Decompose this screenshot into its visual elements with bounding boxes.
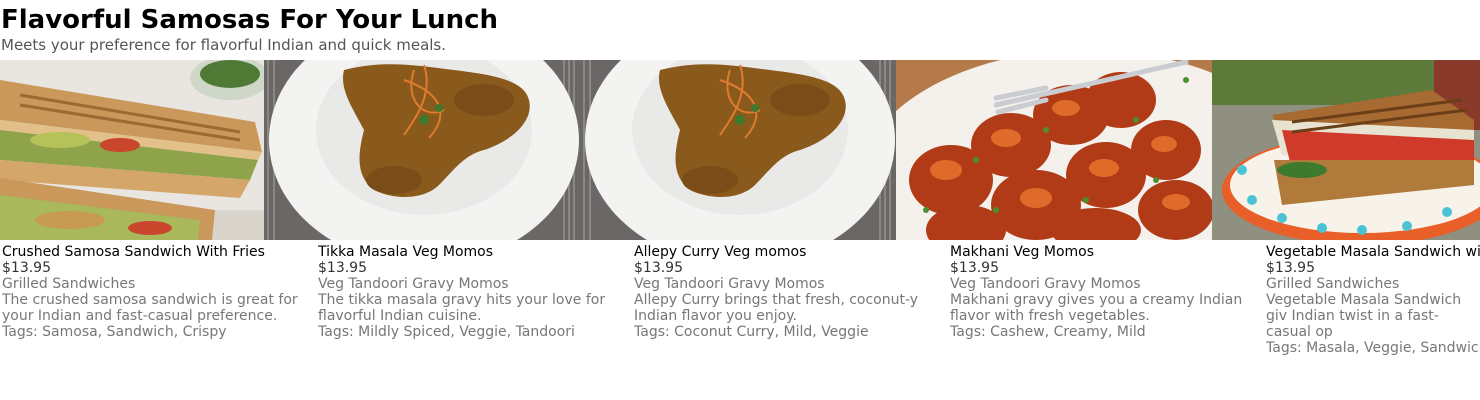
saucy-momos-photo[interactable] [896, 60, 1212, 240]
page-title: Flavorful Samosas For Your Lunch [1, 5, 499, 35]
item-tags: Tags: Cashew, Creamy, Mild [950, 324, 1146, 340]
item-name[interactable]: Allepy Curry Veg momos [634, 244, 934, 260]
item-name[interactable]: Vegetable Masala Sandwich wi [1266, 244, 1480, 260]
item-price: $13.95 [1266, 260, 1315, 276]
page-subtitle: Meets your preference for flavorful Indi… [1, 36, 447, 54]
item-tags: Tags: Mildly Spiced, Veggie, Tandoori [318, 324, 575, 340]
item-name[interactable]: Makhani Veg Momos [950, 244, 1250, 260]
menu-item-info: Tikka Masala Veg Momos $13.95 Veg Tandoo… [318, 244, 618, 340]
item-description: Vegetable Masala Sandwich giv Indian twi… [1266, 292, 1462, 340]
item-description: The crushed samosa sandwich is great for… [2, 292, 298, 324]
item-tags: Tags: Masala, Veggie, Sandwic [1266, 340, 1479, 356]
item-category: Veg Tandoori Gravy Momos [634, 276, 825, 292]
item-category: Grilled Sandwiches [1266, 276, 1400, 292]
gravy-momos-plate-photo[interactable] [580, 60, 896, 240]
item-tags: Tags: Coconut Curry, Mild, Veggie [634, 324, 869, 340]
item-category: Veg Tandoori Gravy Momos [950, 276, 1141, 292]
menu-item-info: Makhani Veg Momos $13.95 Veg Tandoori Gr… [950, 244, 1250, 340]
grilled-sandwich-plate-photo[interactable] [1212, 60, 1480, 240]
item-category: Veg Tandoori Gravy Momos [318, 276, 509, 292]
item-description: Allepy Curry brings that fresh, coconut-… [634, 292, 919, 324]
menu-item-info: Crushed Samosa Sandwich With Fries $13.9… [2, 244, 302, 340]
gravy-momos-plate-photo[interactable] [264, 60, 580, 240]
item-name[interactable]: Tikka Masala Veg Momos [318, 244, 618, 260]
grilled-sandwich-photo[interactable] [0, 60, 264, 240]
item-description: Makhani gravy gives you a creamy Indian … [950, 292, 1243, 324]
page-header: Flavorful Samosas For Your Lunch Meets y… [0, 0, 1480, 54]
item-description: The tikka masala gravy hits your love fo… [318, 292, 606, 324]
item-price: $13.95 [2, 260, 51, 276]
menu-item-info: Allepy Curry Veg momos $13.95 Veg Tandoo… [634, 244, 934, 340]
item-price: $13.95 [950, 260, 999, 276]
item-category: Grilled Sandwiches [2, 276, 136, 292]
item-tags: Tags: Samosa, Sandwich, Crispy [2, 324, 227, 340]
menu-item-info: Vegetable Masala Sandwich wi $13.95 Gril… [1266, 244, 1480, 356]
item-price: $13.95 [318, 260, 367, 276]
item-name[interactable]: Crushed Samosa Sandwich With Fries [2, 244, 302, 260]
menu-item-carousel[interactable]: Crushed Samosa Sandwich With Fries $13.9… [0, 60, 1480, 360]
item-price: $13.95 [634, 260, 683, 276]
